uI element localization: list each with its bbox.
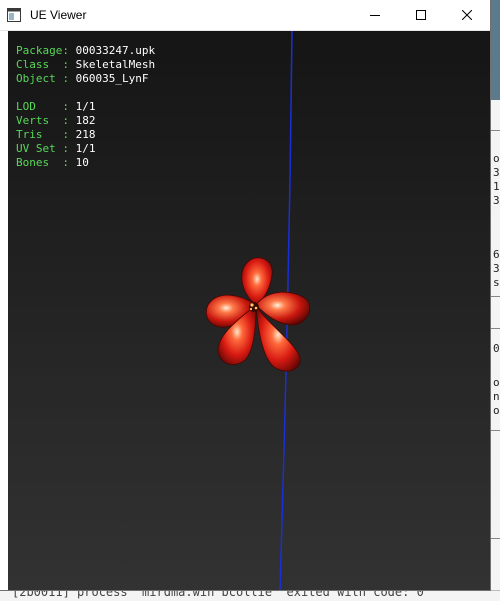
background-console-char: o bbox=[493, 152, 500, 165]
window-title: UE Viewer bbox=[30, 8, 87, 22]
info-separator: : bbox=[62, 128, 76, 141]
info-row: Class : SkeletalMesh bbox=[16, 58, 155, 72]
background-console-rule bbox=[491, 296, 500, 297]
info-value: 00033247.upk bbox=[75, 44, 156, 57]
background-console-line: [2b0011] process 'mirdma.win bcollie' ex… bbox=[12, 590, 424, 599]
background-console-char: 6 bbox=[493, 248, 500, 261]
info-label: LOD bbox=[16, 100, 63, 113]
background-console-rule bbox=[491, 328, 500, 329]
info-value: 060035_LynF bbox=[75, 72, 149, 85]
background-console-char: 0 bbox=[493, 342, 500, 355]
info-separator: : bbox=[62, 72, 76, 85]
minimize-button[interactable] bbox=[352, 0, 398, 30]
background-console-char: 3 bbox=[493, 194, 500, 207]
background-console-char: 1 bbox=[493, 180, 500, 193]
background-console-char: s bbox=[493, 276, 500, 289]
background-console-char: 3 bbox=[493, 166, 500, 179]
info-label: Verts bbox=[16, 114, 63, 127]
info-separator: : bbox=[62, 58, 76, 71]
info-row: Package: 00033247.upk bbox=[16, 44, 155, 58]
info-value: 182 bbox=[75, 114, 96, 127]
app-window-icon bbox=[7, 8, 21, 22]
info-value: SkeletalMesh bbox=[75, 58, 156, 71]
info-row: UV Set : 1/1 bbox=[16, 142, 155, 156]
close-icon bbox=[462, 10, 472, 20]
background-console-rule bbox=[491, 430, 500, 431]
info-separator: : bbox=[62, 142, 76, 155]
info-separator: : bbox=[62, 156, 76, 169]
maximize-icon bbox=[416, 10, 426, 20]
info-separator: : bbox=[62, 114, 76, 127]
mesh-info-overlay: Package: 00033247.upk Class : SkeletalMes… bbox=[16, 44, 155, 170]
close-button[interactable] bbox=[444, 0, 490, 30]
minimize-icon bbox=[370, 15, 380, 16]
info-value: 1/1 bbox=[75, 100, 96, 113]
maximize-button[interactable] bbox=[398, 0, 444, 30]
info-label: Class bbox=[16, 58, 63, 71]
info-label: Object bbox=[16, 72, 63, 85]
info-label: Package bbox=[16, 44, 63, 57]
background-console-char: o bbox=[493, 376, 500, 389]
info-value: 218 bbox=[75, 128, 96, 141]
background-console-rule bbox=[491, 130, 500, 131]
title-bar[interactable]: UE Viewer bbox=[0, 0, 490, 31]
info-label: Bones bbox=[16, 156, 63, 169]
flower-mesh-model[interactable] bbox=[196, 253, 316, 375]
info-row: Tris : 218 bbox=[16, 128, 155, 142]
background-console-char: n bbox=[493, 390, 500, 403]
info-value: 10 bbox=[75, 156, 89, 169]
info-separator: : bbox=[62, 100, 76, 113]
background-console-char: o bbox=[493, 404, 500, 417]
info-value: 1/1 bbox=[75, 142, 96, 155]
ue-viewer-window[interactable]: UE Viewer Package: 00033247.upk Class : S… bbox=[0, 0, 490, 590]
background-console-char: 3 bbox=[493, 262, 500, 275]
info-row: LOD : 1/1 bbox=[16, 100, 155, 114]
info-row: Object : 060035_LynF bbox=[16, 72, 155, 86]
info-label: Tris bbox=[16, 128, 63, 141]
info-label: UV Set bbox=[16, 142, 63, 155]
3d-viewport[interactable]: Package: 00033247.upk Class : SkeletalMes… bbox=[8, 31, 490, 590]
info-row: Bones : 10 bbox=[16, 156, 155, 170]
info-row: Verts : 182 bbox=[16, 114, 155, 128]
background-console-window: o31363s0ono bbox=[490, 100, 500, 590]
background-console-bottom: [2b0011] process 'mirdma.win bcollie' ex… bbox=[0, 590, 500, 601]
background-console-rule bbox=[491, 538, 500, 539]
info-separator: : bbox=[62, 44, 76, 57]
